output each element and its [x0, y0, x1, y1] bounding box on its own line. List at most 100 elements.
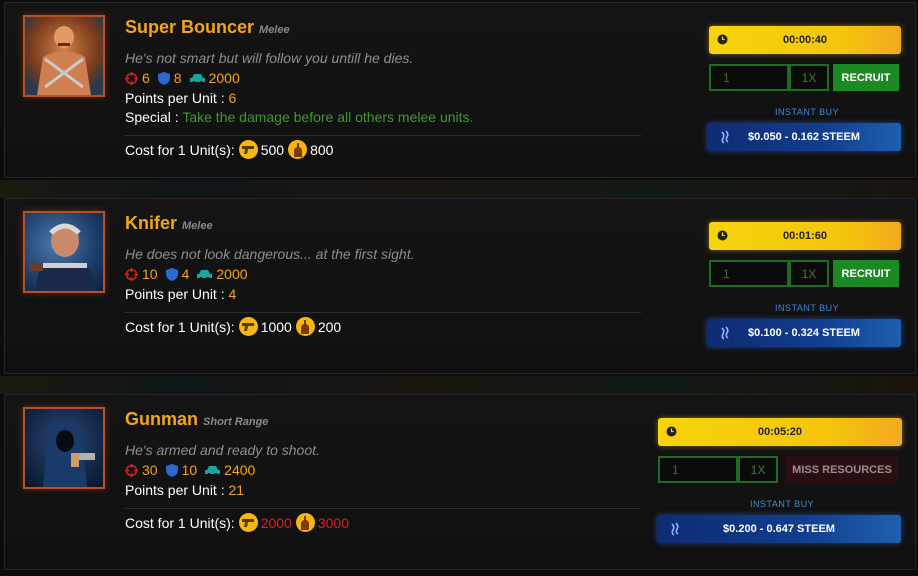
steem-price: $0.050 - 0.162 STEEM [748, 131, 860, 143]
miss-resources-label: MISS RESOURCES [792, 463, 892, 476]
unit-stats: 10 4 2000 [125, 266, 256, 282]
unit-portrait [23, 211, 105, 293]
unit-type: Melee [259, 24, 290, 36]
steem-icon [671, 522, 679, 536]
defense-value: 8 [173, 70, 182, 86]
unit-portrait [23, 407, 105, 489]
background-strip [0, 180, 918, 198]
divider [125, 508, 641, 509]
steem-price: $0.100 - 0.324 STEEM [748, 327, 860, 339]
clock-icon [717, 230, 728, 241]
quantity-placeholder: 1 [672, 462, 679, 477]
defense-value: 10 [181, 462, 198, 478]
bottle-icon [288, 140, 308, 159]
capacity-value: 2400 [224, 462, 256, 478]
unit-description: He does not look dangerous... at the fir… [125, 246, 415, 262]
capacity-value: 2000 [208, 70, 240, 86]
instant-buy-label: INSTANT BUY [750, 499, 815, 509]
steem-icon [721, 326, 729, 340]
shield-icon [165, 463, 178, 477]
cost-weapons: 1000 [260, 318, 292, 335]
bottle-icon [295, 513, 315, 532]
unit-name-text: Gunman [125, 409, 199, 429]
recruit-button[interactable]: RECRUIT [833, 260, 899, 287]
cost-label: Cost for 1 Unit(s): [125, 318, 235, 335]
instant-buy-label: INSTANT BUY [775, 107, 840, 117]
multiplier-label: 1X [801, 266, 817, 281]
points-line: Points per Unit : 21 [125, 482, 244, 498]
shield-icon [157, 71, 170, 85]
points-value: 6 [228, 90, 237, 106]
steem-icon [721, 130, 729, 144]
recruit-button[interactable]: RECRUIT [833, 64, 899, 91]
clock-icon [717, 34, 728, 45]
unit-type: Short Range [203, 416, 269, 428]
cost-alcohol: 3000 [317, 514, 350, 531]
cost-line: Cost for 1 Unit(s): 500 800 [125, 140, 333, 159]
background-strip [0, 376, 918, 394]
points-line: Points per Unit : 6 [125, 90, 236, 106]
miss-resources-button[interactable]: MISS RESOURCES [786, 456, 898, 483]
car-icon [189, 73, 205, 84]
shield-icon [165, 267, 178, 281]
cost-line: Cost for 1 Unit(s): 1000 200 [125, 317, 341, 336]
special-label: Special : [125, 109, 179, 125]
bottle-icon [295, 317, 315, 336]
unit-stats: 6 8 2000 [125, 70, 248, 86]
multiplier-button[interactable]: 1X [789, 64, 829, 91]
crosshair-icon [125, 463, 138, 477]
attack-value: 30 [142, 462, 158, 478]
unit-name: Knifer Melee [125, 213, 213, 234]
unit-card-super-bouncer: Super Bouncer Melee He's not smart but wi… [4, 2, 916, 178]
crosshair-icon [125, 71, 138, 85]
instant-buy-button[interactable]: $0.200 - 0.647 STEEM [657, 515, 901, 543]
points-value: 4 [228, 286, 237, 302]
unit-name: Super Bouncer Melee [125, 17, 290, 38]
multiplier-button[interactable]: 1X [738, 456, 778, 483]
recruit-timer: 00:01:60 [709, 222, 901, 250]
points-line: Points per Unit : 4 [125, 286, 236, 302]
gun-icon [238, 317, 258, 336]
divider [125, 135, 641, 136]
gun-icon [238, 513, 258, 532]
capacity-value: 2000 [216, 266, 248, 282]
quantity-placeholder: 1 [723, 70, 730, 85]
recruit-timer: 00:05:20 [658, 418, 902, 446]
clock-icon [666, 426, 677, 437]
cost-weapons: 500 [260, 141, 285, 158]
quantity-input[interactable]: 1 [709, 64, 789, 91]
unit-description: He's armed and ready to shoot. [125, 442, 320, 458]
instant-buy-label: INSTANT BUY [775, 303, 840, 313]
unit-name-text: Super Bouncer [125, 17, 255, 37]
recruit-label: RECRUIT [841, 267, 891, 280]
cost-label: Cost for 1 Unit(s): [125, 141, 235, 158]
unit-portrait [23, 15, 105, 97]
points-label: Points per Unit : [125, 90, 225, 106]
instant-buy-button[interactable]: $0.050 - 0.162 STEEM [707, 123, 901, 151]
quantity-input[interactable]: 1 [709, 260, 789, 287]
unit-name: Gunman Short Range [125, 409, 268, 430]
special-value: Take the damage before all others melee … [182, 109, 474, 125]
timer-value: 00:00:40 [782, 34, 828, 46]
recruit-label: RECRUIT [841, 71, 891, 84]
cost-alcohol: 200 [317, 318, 342, 335]
unit-card-gunman: Gunman Short Range He's armed and ready t… [4, 394, 916, 570]
multiplier-label: 1X [801, 70, 817, 85]
cost-label: Cost for 1 Unit(s): [125, 514, 235, 531]
multiplier-button[interactable]: 1X [789, 260, 829, 287]
points-label: Points per Unit : [125, 482, 225, 498]
instant-buy-button[interactable]: $0.100 - 0.324 STEEM [707, 319, 901, 347]
gun-icon [238, 140, 258, 159]
unit-card-knifer: Knifer Melee He does not look dangerous..… [4, 198, 916, 374]
quantity-input[interactable]: 1 [658, 456, 738, 483]
cost-weapons: 2000 [260, 514, 292, 531]
quantity-placeholder: 1 [723, 266, 730, 281]
attack-value: 6 [142, 70, 150, 86]
recruit-timer: 00:00:40 [709, 26, 901, 54]
defense-value: 4 [181, 266, 190, 282]
timer-value: 00:05:20 [757, 426, 803, 438]
unit-stats: 30 10 2400 [125, 462, 263, 478]
points-label: Points per Unit : [125, 286, 225, 302]
car-icon [197, 269, 213, 280]
unit-description: He's not smart but will follow you until… [125, 50, 414, 66]
